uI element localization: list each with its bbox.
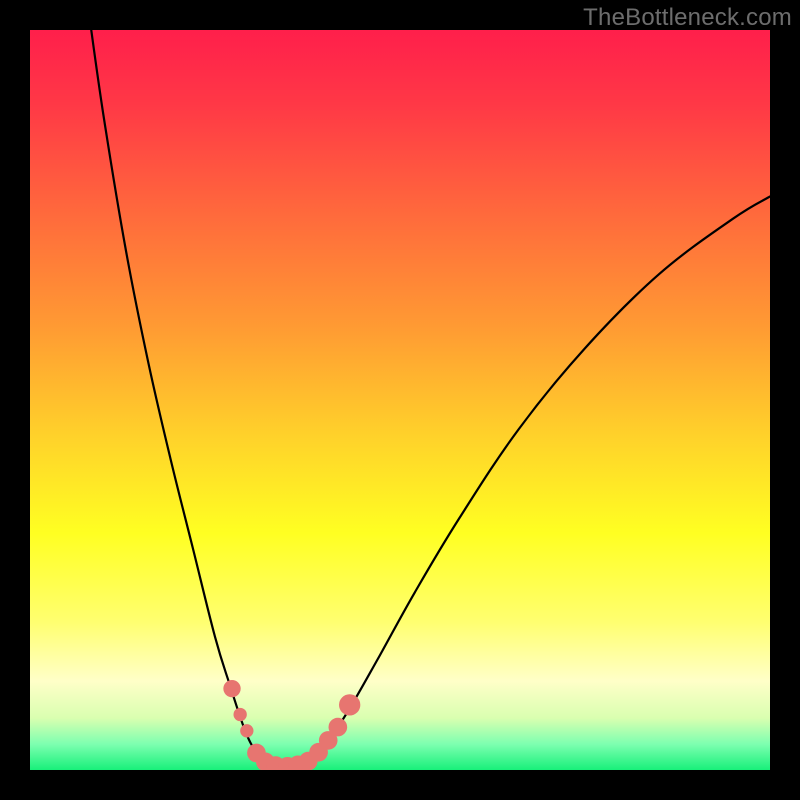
curve-marker xyxy=(339,694,360,715)
curve-marker xyxy=(240,724,253,737)
chart-svg xyxy=(30,30,770,770)
curve-marker xyxy=(329,718,348,737)
gradient-background xyxy=(30,30,770,770)
curve-marker xyxy=(223,680,240,697)
curve-marker xyxy=(234,708,247,721)
chart-frame: TheBottleneck.com xyxy=(0,0,800,800)
watermark-text: TheBottleneck.com xyxy=(583,4,792,32)
plot-area xyxy=(30,30,770,770)
